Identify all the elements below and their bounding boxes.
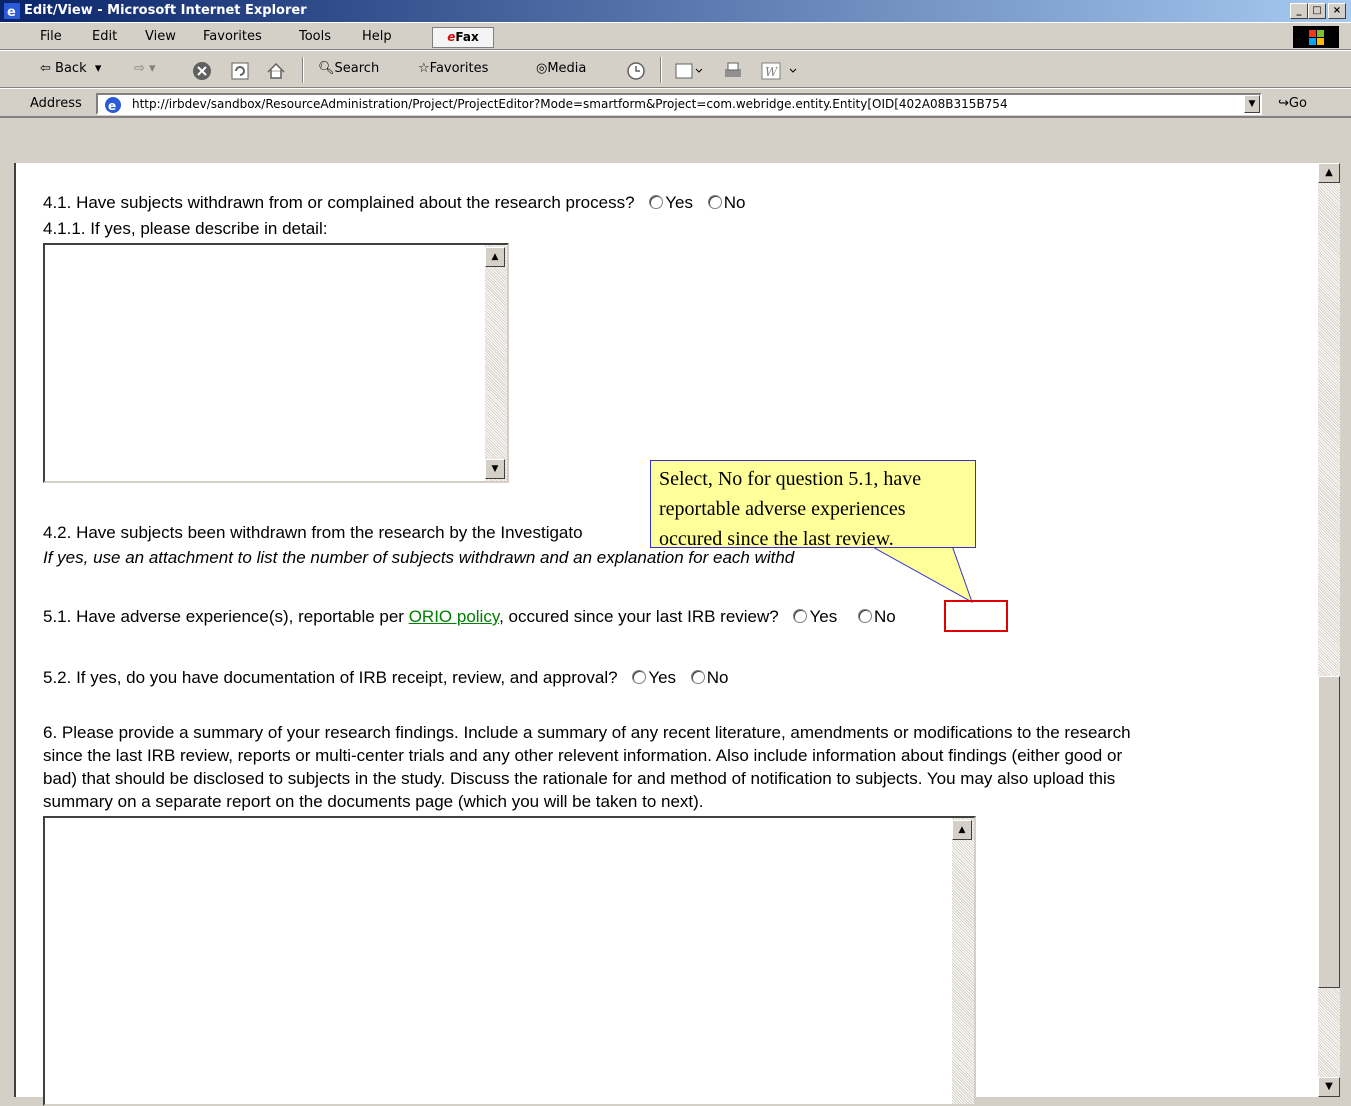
favorites-label: Favorites <box>429 61 489 76</box>
question-6-line: summary on a separate report on the docu… <box>43 792 704 811</box>
textarea-scrollbar[interactable] <box>952 818 974 1104</box>
windows-logo-icon <box>1293 26 1339 48</box>
q41-yes-radio[interactable] <box>649 195 664 210</box>
question-6-line: bad) that should be disclosed to subject… <box>43 769 1116 788</box>
address-bar: Address e http://irbdev/sandbox/Resource… <box>0 88 1351 118</box>
scroll-up-icon[interactable]: ▲ <box>952 820 972 840</box>
menu-tools[interactable]: Tools <box>299 29 331 44</box>
forward-arrow-icon: ⇨ ▾ <box>134 61 156 76</box>
question-4-2: 4.2. Have subjects been withdrawn from t… <box>43 523 583 542</box>
scroll-up-icon[interactable]: ▲ <box>1318 163 1340 183</box>
q52-yes-radio[interactable] <box>632 670 647 685</box>
q6-textarea[interactable]: ▲ <box>43 816 976 1106</box>
maximize-button[interactable]: □ <box>1308 3 1326 19</box>
back-label: Back <box>55 61 87 76</box>
mail-icon[interactable] <box>674 61 704 81</box>
question-5-2: 5.2. If yes, do you have documentation o… <box>43 668 729 688</box>
efax-label: Fax <box>455 30 479 44</box>
scroll-down-icon[interactable]: ▼ <box>485 459 505 479</box>
question-5-1: 5.1. Have adverse experience(s), reporta… <box>43 607 896 627</box>
title-bar: e Edit/View - Microsoft Internet Explore… <box>0 0 1351 22</box>
question-6-line: since the last IRB review, reports or mu… <box>43 746 1123 765</box>
window-title: Edit/View - Microsoft Internet Explorer <box>24 3 307 18</box>
stop-icon[interactable] <box>192 61 212 81</box>
textarea-scrollbar[interactable] <box>485 245 507 481</box>
address-url: http://irbdev/sandbox/ResourceAdministra… <box>132 97 1008 111</box>
question-5-1-text-end: , occured since your last IRB review? <box>499 607 779 626</box>
go-label: Go <box>1288 96 1307 111</box>
page-scrollbar[interactable]: ▲ ▼ <box>1318 163 1340 1097</box>
question-4-1: 4.1. Have subjects withdrawn from or com… <box>43 193 745 213</box>
q52-no-radio[interactable] <box>690 670 705 685</box>
toolbar-separator <box>302 57 304 83</box>
go-arrow-icon: ↪ <box>1278 96 1289 111</box>
toolbar-separator <box>660 57 662 83</box>
q51-yes-radio[interactable] <box>793 609 808 624</box>
question-5-1-text: 5.1. Have adverse experience(s), reporta… <box>43 607 404 626</box>
minimize-button[interactable]: _ <box>1290 3 1308 19</box>
q51-yes-label: Yes <box>809 607 838 626</box>
q51-no-radio[interactable] <box>857 609 872 624</box>
history-icon[interactable] <box>626 61 646 81</box>
search-button[interactable]: 🔍︎Search <box>318 61 379 76</box>
home-icon[interactable] <box>266 61 286 81</box>
search-icon: 🔍︎ <box>318 61 335 76</box>
menu-edit[interactable]: Edit <box>92 29 117 44</box>
address-label: Address <box>30 96 82 111</box>
efax-button[interactable]: eFax <box>432 27 494 48</box>
favorites-button[interactable]: ☆Favorites <box>418 61 488 76</box>
question-4-1-1: 4.1.1. If yes, please describe in detail… <box>43 219 328 238</box>
go-button[interactable]: ↪Go <box>1278 96 1307 111</box>
menu-help[interactable]: Help <box>362 29 392 44</box>
menu-bar: File Edit View Favorites Tools Help eFax <box>0 22 1351 50</box>
question-6-line: 6. Please provide a summary of your rese… <box>43 723 1131 742</box>
back-dropdown-icon: ▾ <box>90 61 102 76</box>
search-label: Search <box>334 61 380 76</box>
q41-no-label: No <box>723 193 746 212</box>
scroll-down-icon[interactable]: ▼ <box>1318 1077 1340 1097</box>
toolbar: ⇦ Back ▾ ⇨ ▾ 🔍︎Search ☆Favorites ◎Media … <box>0 50 1351 88</box>
menu-file[interactable]: File <box>40 29 62 44</box>
edit-word-icon[interactable]: W <box>760 61 800 81</box>
favorites-icon: ☆ <box>418 61 430 76</box>
address-input[interactable]: e http://irbdev/sandbox/ResourceAdminist… <box>96 93 1262 115</box>
svg-text:e: e <box>7 5 16 19</box>
media-button[interactable]: ◎Media <box>536 61 586 76</box>
svg-text:W: W <box>765 65 779 79</box>
q41-yes-label: Yes <box>665 193 693 212</box>
back-button[interactable]: ⇦ Back ▾ <box>40 61 101 76</box>
question-5-2-text: 5.2. If yes, do you have documentation o… <box>43 668 618 687</box>
svg-text:e: e <box>108 99 116 113</box>
page-content: 4.1. Have subjects withdrawn from or com… <box>14 163 1318 1106</box>
highlight-box <box>944 600 1008 632</box>
menu-view[interactable]: View <box>145 29 176 44</box>
media-icon: ◎ <box>536 61 548 76</box>
question-4-1-text: 4.1. Have subjects withdrawn from or com… <box>43 193 635 212</box>
q41-no-radio[interactable] <box>707 195 722 210</box>
scroll-thumb[interactable] <box>1318 676 1340 988</box>
media-label: Media <box>547 61 587 76</box>
q52-yes-label: Yes <box>648 668 677 687</box>
orio-policy-link[interactable]: ORIO policy <box>409 607 499 626</box>
forward-button[interactable]: ⇨ ▾ <box>134 61 156 76</box>
address-dropdown-icon[interactable]: ▼ <box>1244 95 1260 113</box>
page-top-band <box>14 118 1340 163</box>
refresh-icon[interactable] <box>230 61 250 81</box>
ie-logo-icon: e <box>4 3 20 19</box>
menu-favorites[interactable]: Favorites <box>203 29 262 44</box>
q411-textarea[interactable]: ▲ ▼ <box>43 243 509 483</box>
page-icon: e <box>105 97 121 113</box>
instruction-callout: Select, No for question 5.1, have report… <box>650 460 976 550</box>
print-icon[interactable] <box>722 61 744 81</box>
back-arrow-icon: ⇦ <box>40 61 51 76</box>
close-button[interactable]: × <box>1328 3 1346 19</box>
scroll-up-icon[interactable]: ▲ <box>485 247 505 267</box>
q52-no-label: No <box>706 668 729 687</box>
